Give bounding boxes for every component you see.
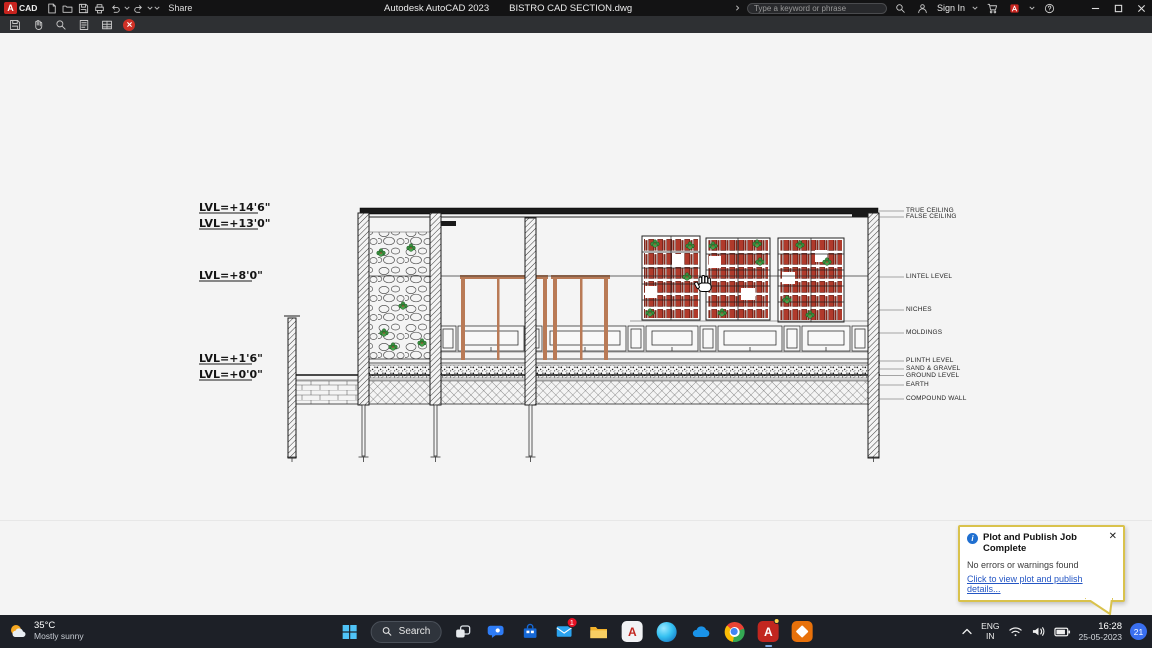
mail-badge: 1 [566, 617, 578, 628]
pan-hand-icon[interactable] [31, 18, 45, 32]
plot-printer-button[interactable] [91, 1, 107, 15]
sign-in-button[interactable]: Sign In [937, 3, 965, 13]
quick-toolbar [0, 16, 1152, 33]
autocad-launcher-icon[interactable]: A [619, 615, 645, 648]
notification-count-badge[interactable]: 21 [1130, 623, 1147, 640]
document-title: BISTRO CAD SECTION.dwg [509, 2, 633, 14]
tray-time: 16:28 [1098, 620, 1122, 632]
system-tray: ENG IN 16:28 25-05-2023 21 [961, 615, 1147, 648]
notification-tail [1085, 597, 1113, 616]
taskbar-search-label: Search [398, 626, 431, 637]
sheet-icon[interactable] [77, 18, 91, 32]
notification-title: Plot and Publish Job Complete [983, 532, 1077, 555]
notification-balloon: i Plot and Publish Job Complete ✕ No err… [958, 525, 1125, 616]
weather-desc: Mostly sunny [34, 631, 84, 642]
battery-icon[interactable] [1053, 626, 1071, 638]
annotation-compound-wall: COMPOUND WALL [906, 395, 967, 402]
notification-close-icon[interactable]: ✕ [1109, 532, 1117, 542]
autocad-logo-text: CAD [19, 3, 38, 13]
volume-icon[interactable] [1031, 625, 1046, 638]
minimize-button[interactable] [1087, 0, 1104, 16]
autocad-logo-icon[interactable]: A [4, 2, 17, 14]
annotation-ground-level: GROUND LEVEL [906, 372, 960, 379]
autocad-window: { "titlebar": { "logo_letter": "A", "log… [0, 0, 1152, 648]
info-icon: i [967, 533, 978, 544]
qat-customize-caret[interactable] [153, 1, 160, 15]
edge-icon[interactable] [653, 615, 679, 648]
open-folder-button[interactable] [59, 1, 75, 15]
level-label-1-6: LVL=+1'6" [199, 352, 263, 365]
keyword-search-input[interactable]: Type a keyword or phrase [746, 2, 887, 14]
level-label-0-0: LVL=+0'0" [199, 368, 263, 381]
save-button[interactable] [75, 1, 91, 15]
undo-dropdown-caret[interactable] [123, 1, 130, 15]
grid-icon[interactable] [100, 18, 114, 32]
orange-app-icon[interactable] [789, 615, 815, 648]
onedrive-icon[interactable] [687, 615, 713, 648]
taskbar-center: Search 1 A A [337, 615, 816, 648]
close-button[interactable] [1133, 0, 1150, 16]
autocad-running-icon[interactable]: A [755, 615, 781, 648]
undo-button[interactable] [107, 1, 123, 15]
keyword-search-placeholder: Type a keyword or phrase [753, 3, 847, 13]
share-button[interactable]: Share [168, 3, 192, 13]
user-icon[interactable] [915, 1, 931, 15]
annotation-leaders [879, 210, 904, 400]
annotation-lintel-level: LINTEL LEVEL [906, 273, 953, 280]
shelf-unit-2 [705, 237, 771, 321]
autodesk-access-caret[interactable] [1028, 1, 1035, 15]
chrome-icon[interactable] [721, 615, 747, 648]
help-icon[interactable] [1041, 1, 1057, 15]
taskbar: 35°C Mostly sunny Search 1 A A ENG IN 16… [0, 615, 1152, 648]
footing-stubs [287, 404, 879, 462]
clock[interactable]: 16:28 25-05-2023 [1079, 621, 1122, 643]
app-title: Autodesk AutoCAD 2023 [384, 2, 490, 14]
window-title: Autodesk AutoCAD 2023 BISTRO CAD SECTION… [384, 0, 632, 16]
new-file-button[interactable] [43, 1, 59, 15]
level-label-8-0: LVL=+8'0" [199, 269, 263, 282]
file-explorer-icon[interactable] [585, 615, 611, 648]
close-drawing-icon[interactable] [123, 18, 135, 31]
annotation-sand-gravel: SAND & GRAVEL [906, 365, 961, 372]
annotation-false-ceiling: FALSE CEILING [906, 213, 957, 220]
annotation-plinth-level: PLINTH LEVEL [906, 357, 954, 364]
weather-widget[interactable]: 35°C Mostly sunny [8, 615, 84, 648]
wifi-icon[interactable] [1008, 625, 1023, 638]
autodesk-access-icon[interactable] [1006, 1, 1022, 15]
sign-in-caret[interactable] [971, 1, 978, 15]
search-icon [382, 627, 392, 636]
start-button[interactable] [337, 615, 363, 648]
notification-body: No errors or warnings found [967, 559, 1079, 570]
search-icon[interactable] [893, 1, 909, 15]
redo-button[interactable] [130, 1, 146, 15]
annotation-moldings: MOLDINGS [906, 329, 943, 336]
task-view-icon[interactable] [449, 615, 475, 648]
title-bar: A CAD Share Autodesk AutoCAD 2023 BISTRO… [0, 0, 1152, 16]
running-indicator [764, 644, 772, 647]
store-icon[interactable] [517, 615, 543, 648]
notification-details-link[interactable]: Click to view plot and publish details..… [967, 574, 1117, 594]
model-space-canvas[interactable]: LVL=+14'6" LVL=+13'0" LVL=+8'0" LVL=+1'6… [0, 33, 1152, 616]
annotation-earth: EARTH [906, 381, 929, 388]
tray-expand-icon[interactable] [961, 626, 973, 638]
level-label-14-6: LVL=+14'6" [199, 201, 271, 214]
language-switcher[interactable]: ENG IN [981, 621, 999, 642]
search-history-caret[interactable] [734, 1, 741, 15]
chat-icon[interactable] [483, 615, 509, 648]
shelf-unit-3 [777, 237, 845, 323]
save-icon[interactable] [8, 18, 22, 32]
zoom-icon[interactable] [54, 18, 68, 32]
redo-dropdown-caret[interactable] [146, 1, 153, 15]
maximize-button[interactable] [1110, 0, 1127, 16]
cart-icon[interactable] [984, 1, 1000, 15]
autocad-notification-dot [773, 618, 780, 624]
annotation-niches: NICHES [906, 306, 932, 313]
weather-icon [11, 624, 26, 637]
taskbar-search-input[interactable]: Search [370, 620, 442, 643]
level-label-13-0: LVL=+13'0" [199, 217, 271, 230]
tray-date: 25-05-2023 [1078, 632, 1122, 643]
mail-icon[interactable]: 1 [551, 615, 578, 648]
wainscot-panels [439, 325, 869, 352]
titlebar-right-cluster: Type a keyword or phrase Sign In [734, 0, 1150, 16]
